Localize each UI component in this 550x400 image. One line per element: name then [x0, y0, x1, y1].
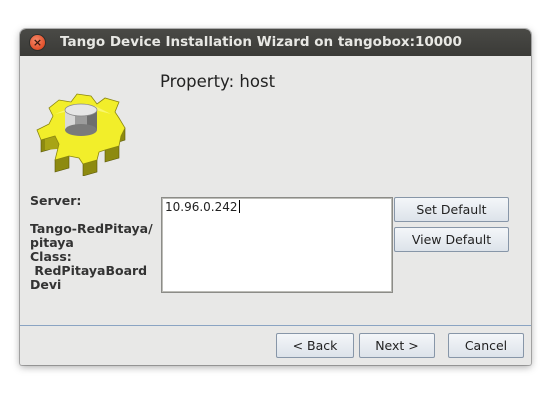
- cancel-button[interactable]: Cancel: [448, 333, 524, 358]
- server-label: Server:: [30, 194, 82, 208]
- property-value-textarea[interactable]: 10.96.0.242: [161, 197, 393, 293]
- wizard-window: × Tango Device Installation Wizard on ta…: [20, 29, 531, 365]
- back-button[interactable]: < Back: [276, 333, 354, 358]
- footer-divider: [20, 325, 531, 326]
- set-default-button[interactable]: Set Default: [394, 197, 509, 222]
- device-info-labels: Server: Tango-RedPitaya/ pitaya Class: R…: [30, 194, 160, 294]
- window-title: Tango Device Installation Wizard on tang…: [60, 34, 462, 50]
- page-title: Property: host: [160, 72, 276, 91]
- class-label: Class:: [30, 249, 72, 264]
- text-caret: [238, 200, 240, 213]
- next-button[interactable]: Next >: [359, 333, 435, 358]
- server-name-line2: pitaya: [30, 235, 74, 250]
- device-label-partial: Devi: [30, 277, 62, 292]
- tango-gear-icon: [35, 84, 127, 177]
- class-name: RedPitayaBoard: [30, 263, 148, 278]
- view-default-button[interactable]: View Default: [394, 227, 509, 252]
- server-name-line1: Tango-RedPitaya/: [30, 221, 153, 236]
- property-value-text: 10.96.0.242: [165, 200, 238, 214]
- close-button[interactable]: ×: [30, 35, 45, 50]
- title-bar[interactable]: × Tango Device Installation Wizard on ta…: [20, 29, 531, 56]
- close-icon: ×: [32, 36, 43, 49]
